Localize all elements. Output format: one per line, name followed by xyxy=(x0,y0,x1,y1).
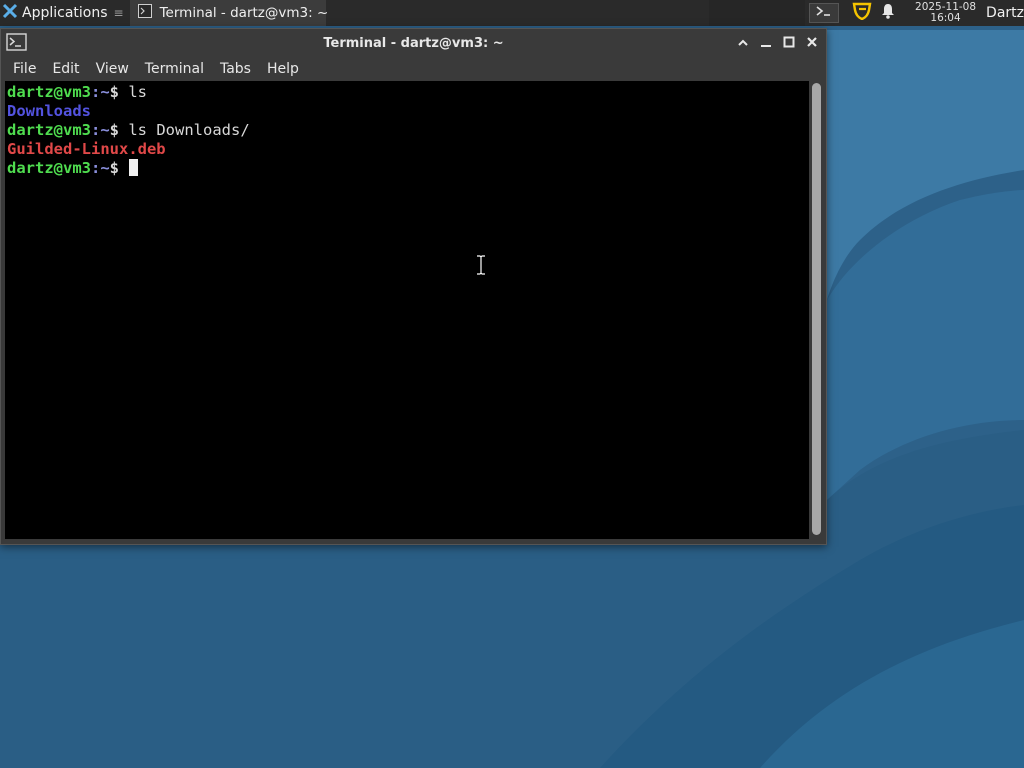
prompt-user: dartz@vm3 xyxy=(7,159,91,177)
maximize-button[interactable] xyxy=(780,33,798,51)
close-icon xyxy=(806,33,818,52)
guilded-tray-button[interactable] xyxy=(849,0,875,26)
applications-separator: ≡ xyxy=(113,6,124,20)
prompt-path: :~ xyxy=(91,121,110,139)
applications-menu-button[interactable]: Applications ≡ xyxy=(0,0,128,26)
clock[interactable]: 2025-11-08 16:04 xyxy=(915,2,976,24)
text-cursor xyxy=(129,159,139,176)
window-title: Terminal - dartz@vm3: ~ xyxy=(323,36,504,51)
notifications-button[interactable] xyxy=(875,0,901,26)
prompt-path: :~ xyxy=(91,159,110,177)
command-text: ls Downloads/ xyxy=(128,121,250,139)
terminal-scrollbar[interactable] xyxy=(810,81,824,539)
prompt-user: dartz@vm3 xyxy=(7,121,91,139)
maximize-icon xyxy=(783,33,795,52)
terminal-line: dartz@vm3:~$ xyxy=(7,159,809,178)
taskbar-terminal-button[interactable]: Terminal - dartz@vm3: ~ xyxy=(129,0,329,26)
window-titlebar[interactable]: Terminal - dartz@vm3: ~ xyxy=(1,29,826,57)
menu-view[interactable]: View xyxy=(96,61,129,77)
taskbar-terminal-label: Terminal - dartz@vm3: ~ xyxy=(159,5,329,21)
menu-file[interactable]: File xyxy=(13,61,36,77)
window-menubar: File Edit View Terminal Tabs Help xyxy=(1,57,826,81)
minimize-icon xyxy=(760,33,772,52)
command-text: ls xyxy=(128,83,148,101)
scrollbar-thumb[interactable] xyxy=(812,83,821,535)
bell-icon xyxy=(881,3,895,23)
terminal-output-directory: Downloads xyxy=(7,102,91,120)
prompt-dollar: $ xyxy=(109,159,129,177)
chevron-up-icon xyxy=(737,33,749,52)
applications-label: Applications xyxy=(22,5,108,21)
top-panel: Applications ≡ Terminal - dartz@vm3: ~ 2… xyxy=(0,0,1024,26)
prompt-dollar: $ xyxy=(109,83,129,101)
terminal-icon xyxy=(814,4,834,22)
terminal-line: dartz@vm3:~$ ls xyxy=(7,83,809,102)
prompt-user: dartz@vm3 xyxy=(7,83,91,101)
terminal-window: Terminal - dartz@vm3: ~ File Edit View T… xyxy=(0,28,827,545)
close-button[interactable] xyxy=(803,33,821,51)
window-shade-button[interactable] xyxy=(734,33,752,51)
applications-icon xyxy=(2,3,18,23)
terminal-line: dartz@vm3:~$ ls Downloads/ xyxy=(7,121,809,140)
user-menu-button[interactable]: Dartz xyxy=(986,5,1024,21)
panel-empty-area xyxy=(709,0,806,26)
prompt-dollar: $ xyxy=(109,121,129,139)
terminal-icon xyxy=(137,4,152,22)
ibeam-cursor-icon xyxy=(476,254,486,276)
terminal-output[interactable]: dartz@vm3:~$ ls Downloads dartz@vm3:~$ l… xyxy=(5,81,809,539)
prompt-path: :~ xyxy=(91,83,110,101)
guilded-icon xyxy=(852,2,872,24)
menu-edit[interactable]: Edit xyxy=(52,61,79,77)
menu-tabs[interactable]: Tabs xyxy=(220,61,251,77)
menu-help[interactable]: Help xyxy=(267,61,299,77)
terminal-output-file: Guilded-Linux.deb xyxy=(7,140,166,158)
minimize-button[interactable] xyxy=(757,33,775,51)
tray-terminal-button[interactable] xyxy=(809,3,840,23)
menu-terminal[interactable]: Terminal xyxy=(145,61,204,77)
clock-time: 16:04 xyxy=(930,12,961,24)
